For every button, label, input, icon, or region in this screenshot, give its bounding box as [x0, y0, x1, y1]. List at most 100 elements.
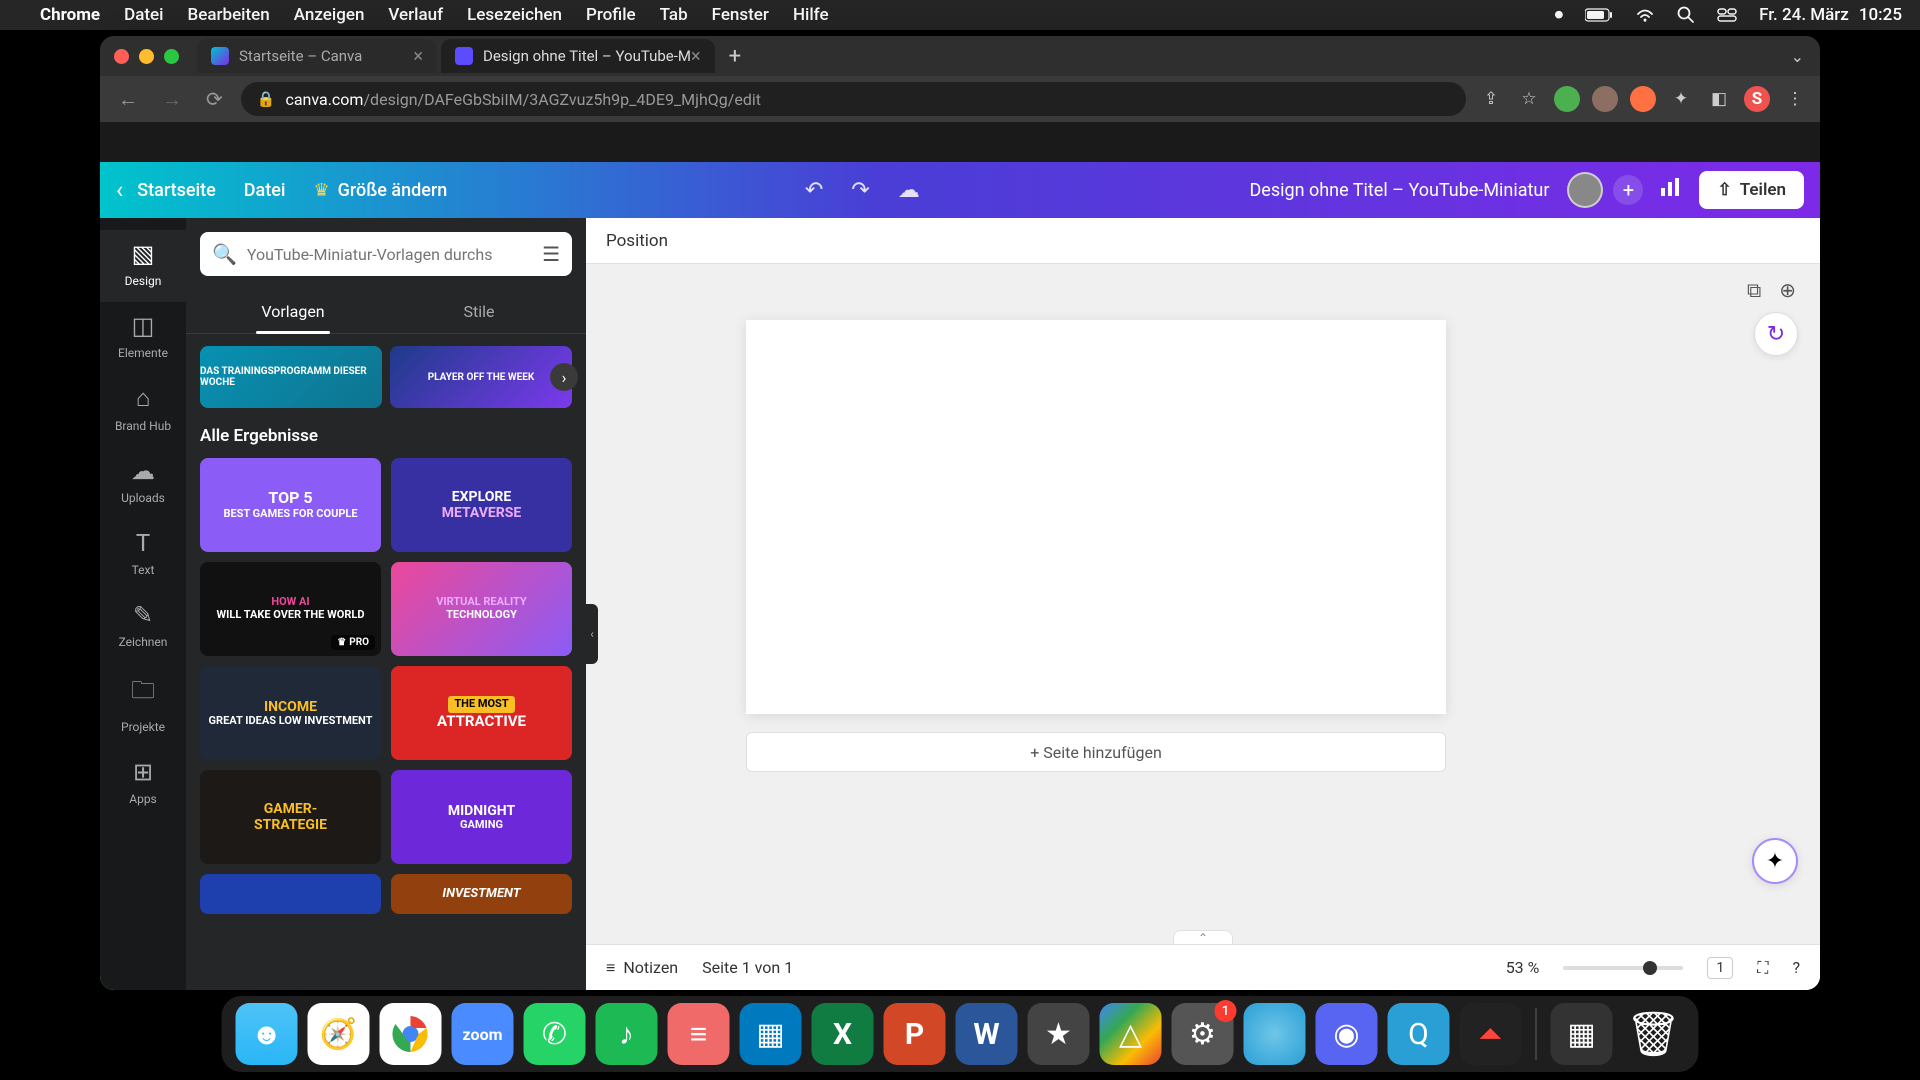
extensions-puzzle-icon[interactable]: ✦: [1668, 86, 1694, 112]
template-thumbnail[interactable]: PLAYER OFF THE WEEK: [390, 346, 572, 408]
control-center-icon[interactable]: [1717, 7, 1737, 23]
menubar-app-name[interactable]: Chrome: [40, 5, 100, 25]
extension-icon[interactable]: [1592, 86, 1618, 112]
rail-uploads[interactable]: ☁Uploads: [100, 447, 186, 519]
forward-button[interactable]: →: [156, 87, 188, 112]
dock-drive[interactable]: △: [1100, 1003, 1162, 1065]
rail-text[interactable]: TText: [100, 519, 186, 591]
new-page-icon[interactable]: ⊕: [1779, 278, 1796, 302]
dock-quicktime[interactable]: Q: [1388, 1003, 1450, 1065]
menubar-time[interactable]: 10:25: [1859, 5, 1902, 25]
menu-hilfe[interactable]: Hilfe: [793, 5, 829, 25]
tab-templates[interactable]: Vorlagen: [200, 290, 386, 333]
template-thumbnail[interactable]: THE MOSTATTRACTIVE: [391, 666, 572, 760]
menu-profile[interactable]: Profile: [586, 5, 636, 25]
template-thumbnail[interactable]: INCOMEGREAT IDEAS LOW INVESTMENT: [200, 666, 381, 760]
dock-whatsapp[interactable]: ✆: [524, 1003, 586, 1065]
design-page[interactable]: [746, 320, 1446, 714]
dock-word[interactable]: W: [956, 1003, 1018, 1065]
template-thumbnail[interactable]: TOP 5BEST GAMES FOR COUPLE: [200, 458, 381, 552]
battery-icon[interactable]: [1585, 8, 1613, 22]
dock-finder[interactable]: ☻: [236, 1003, 298, 1065]
dock-trello[interactable]: ▦: [740, 1003, 802, 1065]
chrome-menu-icon[interactable]: ⋮: [1782, 86, 1808, 112]
position-button[interactable]: Position: [606, 231, 668, 251]
rail-projects[interactable]: 🗀Projekte: [100, 663, 186, 748]
dock-safari[interactable]: 🧭: [308, 1003, 370, 1065]
menu-fenster[interactable]: Fenster: [712, 5, 769, 25]
dock-zoom[interactable]: zoom: [452, 1003, 514, 1065]
undo-icon[interactable]: ↶: [805, 178, 823, 203]
template-thumbnail[interactable]: MIDNIGHTGAMING: [391, 770, 572, 864]
reload-button[interactable]: ⟳: [200, 87, 229, 111]
menu-datei[interactable]: Datei: [124, 5, 163, 25]
menu-bearbeiten[interactable]: Bearbeiten: [188, 5, 270, 25]
share-url-icon[interactable]: ⇪: [1478, 86, 1504, 112]
zoom-slider[interactable]: [1563, 966, 1683, 970]
bookmark-icon[interactable]: ☆: [1516, 86, 1542, 112]
close-tab-icon[interactable]: ×: [413, 46, 423, 67]
template-search-input[interactable]: 🔍 ☰: [200, 232, 572, 276]
minimize-window-button[interactable]: [139, 49, 154, 64]
sidepanel-icon[interactable]: ◧: [1706, 86, 1732, 112]
add-page-button[interactable]: + Seite hinzufügen: [746, 732, 1446, 772]
extension-icon[interactable]: [1630, 86, 1656, 112]
rail-elements[interactable]: ◫Elemente: [100, 302, 186, 374]
menubar-date[interactable]: Fr. 24. März: [1759, 5, 1849, 25]
back-icon[interactable]: ‹: [116, 176, 123, 204]
tab-canva-design[interactable]: Design ohne Titel – YouTube-M ×: [441, 39, 715, 73]
redo-icon[interactable]: ↷: [851, 178, 869, 203]
template-thumbnail[interactable]: [200, 874, 381, 914]
template-thumbnail[interactable]: GAMER-STRATEGIE: [200, 770, 381, 864]
home-link[interactable]: Startseite: [137, 180, 216, 201]
fullscreen-icon[interactable]: ⛶: [1757, 958, 1768, 978]
insights-icon[interactable]: [1659, 176, 1681, 204]
dock-folder[interactable]: ▦: [1551, 1003, 1613, 1065]
dock-powerpoint[interactable]: P: [884, 1003, 946, 1065]
dock-todoist[interactable]: ≡: [668, 1003, 730, 1065]
close-tab-icon[interactable]: ×: [691, 46, 701, 67]
filter-icon[interactable]: ☰: [542, 242, 560, 266]
template-thumbnail[interactable]: INVESTMENT: [391, 874, 572, 914]
add-user-button[interactable]: +: [1613, 175, 1643, 205]
dock-excel[interactable]: X: [812, 1003, 874, 1065]
dock-app[interactable]: [1244, 1003, 1306, 1065]
dock-voice-memos[interactable]: ⏶: [1460, 1003, 1522, 1065]
template-thumbnail[interactable]: EXPLOREMETAVERSE: [391, 458, 572, 552]
record-icon[interactable]: ⏺: [1555, 5, 1564, 25]
menu-anzeigen[interactable]: Anzeigen: [294, 5, 365, 25]
magic-button[interactable]: ✦: [1752, 838, 1798, 884]
new-tab-button[interactable]: +: [729, 44, 741, 69]
menu-tab[interactable]: Tab: [660, 5, 688, 25]
rail-design[interactable]: ▧Design: [100, 230, 186, 302]
zoom-slider-knob[interactable]: [1643, 961, 1657, 975]
dock-discord[interactable]: ◉: [1316, 1003, 1378, 1065]
user-avatar[interactable]: [1567, 172, 1603, 208]
close-window-button[interactable]: [114, 49, 129, 64]
design-title[interactable]: Design ohne Titel – YouTube-Miniatur: [1249, 180, 1549, 201]
rail-apps[interactable]: ⊞Apps: [100, 748, 186, 820]
template-thumbnail[interactable]: VIRTUAL REALITYTECHNOLOGY: [391, 562, 572, 656]
dock-chrome[interactable]: [380, 1003, 442, 1065]
file-menu[interactable]: Datei: [244, 180, 286, 201]
ai-assist-button[interactable]: ↻: [1754, 312, 1798, 356]
resize-button[interactable]: Größe ändern: [338, 180, 448, 201]
search-field[interactable]: [247, 245, 542, 264]
notes-button[interactable]: ≡ Notizen: [606, 958, 678, 978]
url-input[interactable]: 🔒 canva.com/design/DAFeGbSbiIM/3AGZvuz5h…: [241, 82, 1466, 116]
wifi-icon[interactable]: [1635, 7, 1655, 23]
dock-imovie[interactable]: ★: [1028, 1003, 1090, 1065]
dock-trash[interactable]: 🗑: [1623, 1003, 1685, 1065]
search-icon[interactable]: [1677, 6, 1695, 24]
zoom-value[interactable]: 53 %: [1506, 958, 1540, 977]
help-icon[interactable]: ?: [1792, 958, 1800, 977]
page-indicator[interactable]: Seite 1 von 1: [702, 958, 793, 977]
share-button[interactable]: ⇧ Teilen: [1699, 171, 1804, 209]
tab-canva-home[interactable]: Startseite – Canva ×: [197, 39, 437, 73]
template-thumbnail[interactable]: DAS TRAININGSPROGRAMM DIESER WOCHE: [200, 346, 382, 408]
tabs-dropdown-icon[interactable]: ⌄: [1791, 47, 1804, 66]
next-featured-icon[interactable]: ›: [550, 363, 578, 391]
page-count-badge[interactable]: 1: [1707, 957, 1733, 979]
rail-brandhub[interactable]: ⌂Brand Hub: [100, 374, 186, 447]
maximize-window-button[interactable]: [164, 49, 179, 64]
